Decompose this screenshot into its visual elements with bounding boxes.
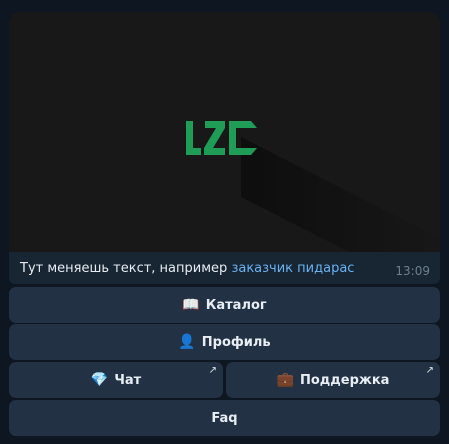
external-link-icon: ↗ [208, 365, 217, 376]
profile-label: Профиль [201, 334, 271, 350]
catalog-label: Каталог [205, 297, 267, 313]
profile-button[interactable]: 👤 Профиль [9, 324, 440, 360]
faq-button[interactable]: Faq [9, 400, 440, 436]
message-caption: Тут меняешь текст, например заказчик пид… [20, 261, 432, 283]
logo-shadow [241, 137, 440, 252]
gem-icon: 💎 [90, 372, 109, 388]
chat-button[interactable]: 💎 Чат ↗ [9, 362, 223, 398]
user-icon: 👤 [178, 334, 196, 350]
message-bubble: Тут меняешь текст, например заказчик пид… [9, 12, 440, 284]
support-label: Поддержка [299, 372, 390, 388]
book-icon: 📖 [182, 297, 200, 313]
message-time: 13:09 [395, 264, 430, 278]
chat-label: Чат [114, 372, 142, 388]
lzc-logo [186, 121, 257, 155]
external-link-icon: ↗ [425, 365, 434, 376]
briefcase-icon: 💼 [276, 372, 294, 388]
caption-text: Тут меняешь текст, например [20, 261, 228, 276]
support-button[interactable]: 💼 Поддержка ↗ [226, 362, 440, 398]
catalog-button[interactable]: 📖 Каталог [9, 287, 440, 323]
message-image[interactable] [9, 12, 440, 252]
caption-link[interactable]: заказчик пидарас [231, 261, 354, 276]
faq-label: Faq [211, 410, 238, 426]
